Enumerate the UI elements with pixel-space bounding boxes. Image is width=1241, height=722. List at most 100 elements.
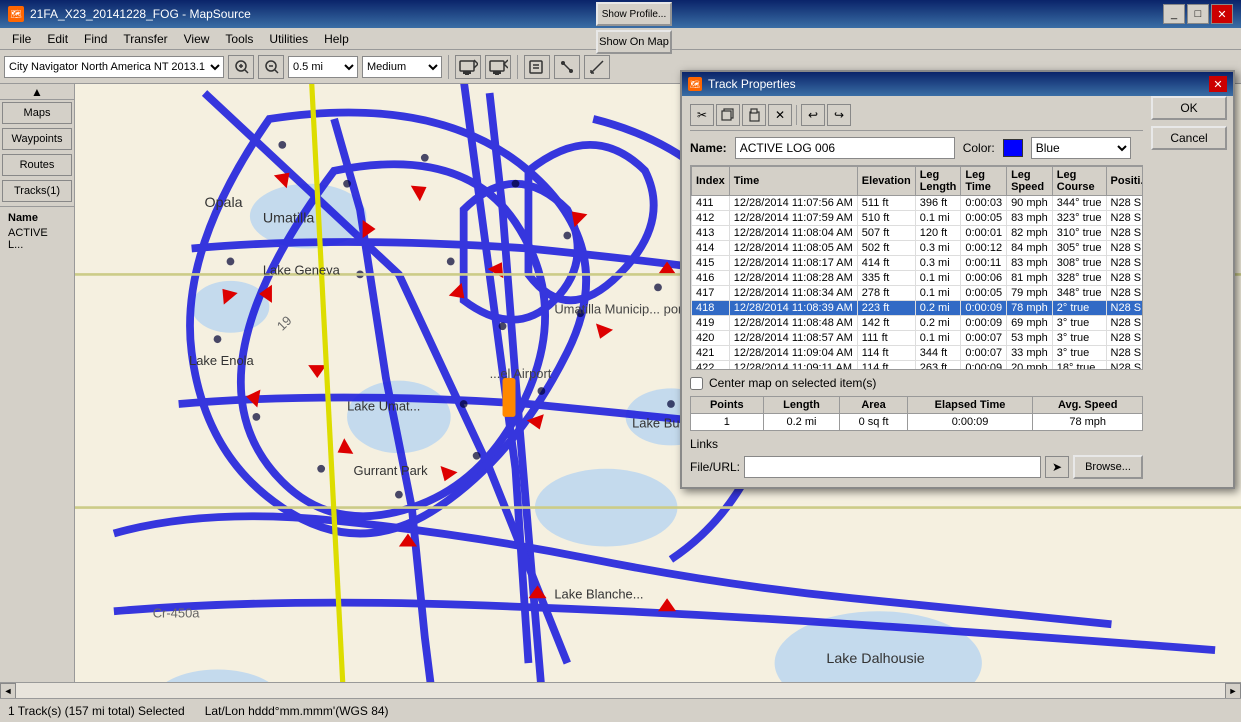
- col-index: Index: [692, 167, 730, 196]
- svg-text:Umatilla: Umatilla: [263, 211, 315, 227]
- ok-button[interactable]: OK: [1151, 96, 1227, 120]
- sidebar-track-item[interactable]: ACTIVE L...: [4, 226, 70, 252]
- bottom-right-buttons: Invert Filter... Show Profile... Show On…: [596, 0, 672, 54]
- svg-text:Gurrant Park: Gurrant Park: [354, 463, 429, 478]
- table-row[interactable]: 41612/28/2014 11:08:28 AM335 ft0.1 mi0:0…: [692, 271, 1144, 286]
- name-input[interactable]: [735, 137, 955, 159]
- menu-view[interactable]: View: [176, 30, 218, 48]
- scroll-track[interactable]: [16, 683, 1225, 699]
- svg-text:...el Airport: ...el Airport: [490, 366, 552, 381]
- sidebar-tracks-button[interactable]: Tracks(1): [2, 180, 72, 202]
- file-url-label: File/URL:: [690, 460, 740, 474]
- svg-text:Lake Enola: Lake Enola: [189, 353, 255, 368]
- quality-select[interactable]: Medium: [362, 56, 442, 78]
- stats-length-value: 0.2 mi: [763, 414, 840, 431]
- table-row[interactable]: 41312/28/2014 11:08:04 AM507 ft120 ft0:0…: [692, 226, 1144, 241]
- table-row[interactable]: 41112/28/2014 11:07:56 AM511 ft396 ft0:0…: [692, 196, 1144, 211]
- maximize-button[interactable]: □: [1187, 4, 1209, 24]
- delete-button[interactable]: ✕: [768, 104, 792, 126]
- cut-button[interactable]: ✂: [690, 104, 714, 126]
- sidebar: ▲ Maps Waypoints Routes Tracks(1) Name A…: [0, 84, 75, 698]
- stats-avgspeed-value: 78 mph: [1033, 414, 1143, 431]
- menu-transfer[interactable]: Transfer: [115, 30, 175, 48]
- track-table: Index Time Elevation Leg Length Leg Time…: [691, 166, 1143, 370]
- table-row[interactable]: 41212/28/2014 11:07:59 AM510 ft0.1 mi0:0…: [692, 211, 1144, 226]
- svg-text:Lake Geneva: Lake Geneva: [263, 262, 341, 277]
- sidebar-routes-button[interactable]: Routes: [2, 154, 72, 176]
- redo-button[interactable]: ↪: [827, 104, 851, 126]
- sidebar-scroll-up[interactable]: ▲: [0, 84, 74, 100]
- cancel-button[interactable]: Cancel: [1151, 126, 1227, 150]
- color-select[interactable]: Blue: [1031, 137, 1131, 159]
- menu-help[interactable]: Help: [316, 30, 357, 48]
- dialog-title: Track Properties: [708, 77, 796, 91]
- col-elevation: Elevation: [857, 167, 915, 196]
- menu-utilities[interactable]: Utilities: [261, 30, 316, 48]
- close-button[interactable]: ✕: [1211, 4, 1233, 24]
- sidebar-waypoints-button[interactable]: Waypoints: [2, 128, 72, 150]
- receive-from-device-button[interactable]: [485, 55, 511, 79]
- table-row[interactable]: 41512/28/2014 11:08:17 AM414 ft0.3 mi0:0…: [692, 256, 1144, 271]
- stats-area-header: Area: [840, 397, 907, 414]
- center-map-checkbox[interactable]: [690, 377, 703, 390]
- col-leg-course: Leg Course: [1052, 167, 1106, 196]
- col-leg-speed: Leg Speed: [1007, 167, 1053, 196]
- table-row[interactable]: 41912/28/2014 11:08:48 AM142 ft0.2 mi0:0…: [692, 316, 1144, 331]
- name-color-row: Name: Color: Blue: [690, 137, 1143, 159]
- table-row[interactable]: 41412/28/2014 11:08:05 AM502 ft0.3 mi0:0…: [692, 241, 1144, 256]
- window-controls: _ □ ✕: [1163, 4, 1233, 24]
- file-url-input[interactable]: [744, 456, 1041, 478]
- dialog-right-buttons: OK Cancel: [1151, 96, 1233, 150]
- scroll-left-button[interactable]: ◄: [0, 683, 16, 699]
- route-button[interactable]: [554, 55, 580, 79]
- table-row[interactable]: 42212/28/2014 11:09:11 AM114 ft263 ft0:0…: [692, 361, 1144, 371]
- svg-text:Umatilla Municip... port: Umatilla Municip... port: [554, 301, 686, 316]
- track-info-status: 1 Track(s) (157 mi total) Selected: [8, 704, 185, 718]
- svg-text:Opala: Opala: [205, 195, 243, 211]
- track-table-container[interactable]: Index Time Elevation Leg Length Leg Time…: [690, 165, 1143, 370]
- scroll-right-button[interactable]: ►: [1225, 683, 1241, 699]
- minimize-button[interactable]: _: [1163, 4, 1185, 24]
- show-profile-button[interactable]: Show Profile...: [596, 2, 672, 26]
- menu-tools[interactable]: Tools: [217, 30, 261, 48]
- center-map-label: Center map on selected item(s): [709, 376, 876, 390]
- color-label: Color:: [963, 141, 995, 155]
- find-button[interactable]: [524, 55, 550, 79]
- zoom-out-button[interactable]: [258, 55, 284, 79]
- stats-elapsed-header: Elapsed Time: [907, 397, 1033, 414]
- menu-find[interactable]: Find: [76, 30, 115, 48]
- menu-file[interactable]: File: [4, 30, 39, 48]
- map-source-select[interactable]: City Navigator North America NT 2013.1: [4, 56, 224, 78]
- stats-area-value: 0 sq ft: [840, 414, 907, 431]
- zoom-in-button[interactable]: [228, 55, 254, 79]
- file-url-row: File/URL: ➤ Browse...: [690, 455, 1143, 479]
- url-navigate-button[interactable]: ➤: [1045, 456, 1069, 478]
- undo-button[interactable]: ↩: [801, 104, 825, 126]
- browse-button[interactable]: Browse...: [1073, 455, 1143, 479]
- paste-button[interactable]: [742, 104, 766, 126]
- toolbar-separator-2: [517, 55, 518, 79]
- send-to-device-button[interactable]: [455, 55, 481, 79]
- distance-select[interactable]: 0.5 mi: [288, 56, 358, 78]
- coord-info-status: Lat/Lon hddd°mm.mmm'(WGS 84): [205, 704, 389, 718]
- measure-button[interactable]: [584, 55, 610, 79]
- h-scrollbar[interactable]: ◄ ►: [0, 682, 1241, 698]
- sidebar-section: Name ACTIVE L...: [0, 206, 74, 255]
- toolbar-sep: [796, 105, 797, 125]
- table-row[interactable]: 41712/28/2014 11:08:34 AM278 ft0.1 mi0:0…: [692, 286, 1144, 301]
- links-label: Links: [690, 437, 718, 451]
- svg-text:Cr-450a: Cr-450a: [153, 606, 201, 621]
- copy-button[interactable]: [716, 104, 740, 126]
- dialog-window: 🗺 Track Properties ✕ ✂ ✕ ↩ ↪: [680, 70, 1235, 489]
- toolbar-separator-1: [448, 55, 449, 79]
- table-row[interactable]: 41812/28/2014 11:08:39 AM223 ft0.2 mi0:0…: [692, 301, 1144, 316]
- dialog-close-button[interactable]: ✕: [1209, 76, 1227, 92]
- table-row[interactable]: 42112/28/2014 11:09:04 AM114 ft344 ft0:0…: [692, 346, 1144, 361]
- table-row[interactable]: 42012/28/2014 11:08:57 AM111 ft0.1 mi0:0…: [692, 331, 1144, 346]
- sidebar-maps-button[interactable]: Maps: [2, 102, 72, 124]
- menu-edit[interactable]: Edit: [39, 30, 76, 48]
- show-on-map-button[interactable]: Show On Map: [596, 30, 672, 54]
- dialog-title-bar: 🗺 Track Properties ✕: [682, 72, 1233, 96]
- svg-text:Lake Dalhousie: Lake Dalhousie: [826, 651, 924, 667]
- stats-table: Points Length Area Elapsed Time Avg. Spe…: [690, 396, 1143, 431]
